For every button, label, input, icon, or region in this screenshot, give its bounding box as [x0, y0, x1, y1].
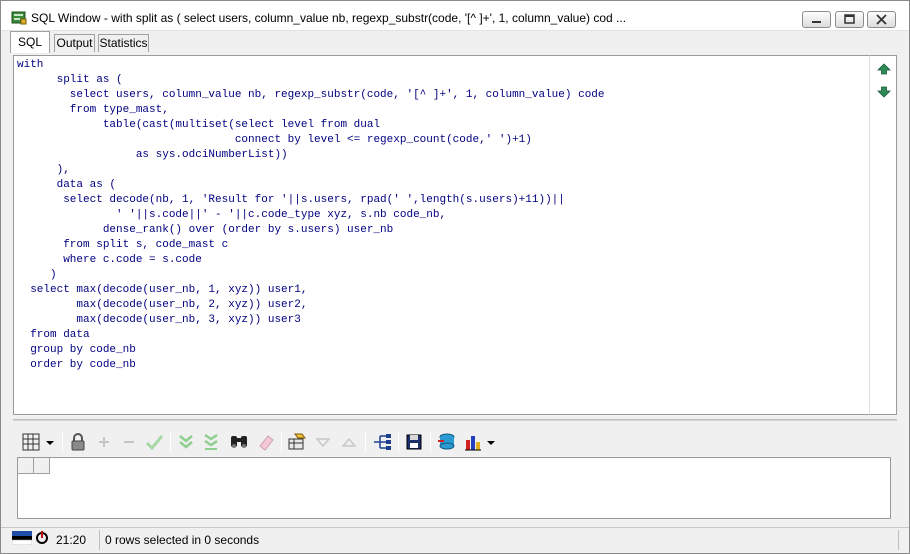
app-icon: [11, 11, 27, 25]
lock-button[interactable]: [67, 431, 89, 453]
sql-line[interactable]: as sys.odciNumberList)): [17, 148, 605, 163]
close-button[interactable]: [867, 11, 896, 28]
sql-line[interactable]: max(decode(user_nb, 2, xyz)) user2,: [17, 298, 605, 313]
sql-line[interactable]: from data: [17, 328, 605, 343]
query-by-example-icon: [288, 433, 306, 450]
sql-line[interactable]: from type_mast,: [17, 103, 605, 118]
editor-side-panel: [869, 55, 897, 415]
save-button[interactable]: [403, 431, 425, 453]
fetch-next-icon: [179, 435, 193, 449]
check-icon: [145, 435, 164, 451]
single-record-view-button[interactable]: [371, 431, 393, 453]
delete-record-icon: [124, 441, 134, 443]
panel-splitter[interactable]: [13, 419, 897, 421]
grid-options-icon: [22, 433, 54, 451]
eraser-icon: [259, 435, 274, 451]
sql-code-text[interactable]: with split as ( select users, column_val…: [17, 58, 605, 373]
sql-line[interactable]: from split s, code_mast c: [17, 238, 605, 253]
sql-line[interactable]: group by code_nb: [17, 343, 605, 358]
sql-line[interactable]: ' '||s.code||' - '||c.code_type xyz, s.n…: [17, 208, 605, 223]
fetch-next-button[interactable]: [175, 431, 197, 453]
grid-corner-cell[interactable]: [18, 458, 34, 474]
sql-line[interactable]: ): [17, 268, 605, 283]
minimize-icon: [812, 21, 821, 23]
fetch-last-button[interactable]: [200, 431, 222, 453]
minimize-button[interactable]: [802, 11, 831, 28]
query-by-example-button[interactable]: [286, 431, 308, 453]
insert-record-icon: [99, 437, 109, 447]
delete-record-button[interactable]: [118, 431, 140, 453]
title-bar[interactable]: SQL Window - with split as ( select user…: [1, 1, 909, 31]
connection-flag-icon: [12, 531, 32, 545]
next-record-button[interactable]: [312, 431, 334, 453]
sql-line[interactable]: ),: [17, 163, 605, 178]
status-message: 0 rows selected in 0 seconds: [105, 533, 260, 547]
sql-line[interactable]: where c.code = s.code: [17, 253, 605, 268]
sql-line[interactable]: select decode(nb, 1, 'Result for '||s.us…: [17, 193, 605, 208]
post-record-button[interactable]: [143, 431, 165, 453]
sql-editor[interactable]: with split as ( select users, column_val…: [13, 55, 869, 415]
close-icon: [876, 14, 887, 25]
refresh-icon: [36, 531, 48, 544]
triangle-up-icon: [341, 437, 357, 447]
tab-strip: SQL Output Statistics: [1, 31, 909, 53]
insert-record-button[interactable]: [93, 431, 115, 453]
fetch-last-icon: [204, 433, 218, 450]
sql-line[interactable]: data as (: [17, 178, 605, 193]
sql-line[interactable]: split as (: [17, 73, 605, 88]
chart-button[interactable]: [463, 431, 499, 453]
tab-sql[interactable]: SQL: [10, 31, 50, 53]
sql-line[interactable]: max(decode(user_nb, 3, xyz)) user3: [17, 313, 605, 328]
sql-window: SQL Window - with split as ( select user…: [0, 0, 910, 554]
binoculars-icon: [231, 436, 247, 448]
grid-options-button[interactable]: [21, 431, 57, 453]
sql-line[interactable]: connect by level <= regexp_count(code,' …: [17, 133, 605, 148]
floppy-disk-icon: [406, 434, 422, 450]
grid-header-cell[interactable]: [34, 458, 50, 474]
clear-button[interactable]: [255, 431, 277, 453]
database-icon: [438, 433, 455, 450]
result-grid[interactable]: [17, 457, 891, 519]
status-bar: 21:20 0 rows selected in 0 seconds: [1, 527, 909, 553]
arrow-down-icon[interactable]: [877, 85, 891, 99]
tree-view-icon: [374, 434, 391, 450]
sql-line[interactable]: dense_rank() over (order by s.users) use…: [17, 223, 605, 238]
maximize-icon: [844, 14, 855, 24]
bar-chart-icon: [465, 436, 495, 451]
sql-line[interactable]: table(cast(multiset(select level from du…: [17, 118, 605, 133]
find-button[interactable]: [228, 431, 250, 453]
maximize-button[interactable]: [835, 11, 864, 28]
previous-record-button[interactable]: [338, 431, 360, 453]
result-toolbar: [17, 429, 891, 455]
database-button[interactable]: [436, 431, 458, 453]
sql-line[interactable]: order by code_nb: [17, 358, 605, 373]
triangle-down-icon: [315, 438, 331, 448]
sql-line[interactable]: select users, column_value nb, regexp_su…: [17, 88, 605, 103]
tab-output[interactable]: Output: [54, 34, 95, 52]
arrow-up-icon[interactable]: [877, 62, 891, 76]
sql-line[interactable]: select max(decode(user_nb, 1, xyz)) user…: [17, 283, 605, 298]
tab-statistics[interactable]: Statistics: [98, 34, 149, 52]
lock-icon: [71, 433, 85, 451]
window-title: SQL Window - with split as ( select user…: [31, 11, 627, 25]
sql-line[interactable]: with: [17, 58, 605, 73]
status-time: 21:20: [56, 533, 87, 547]
